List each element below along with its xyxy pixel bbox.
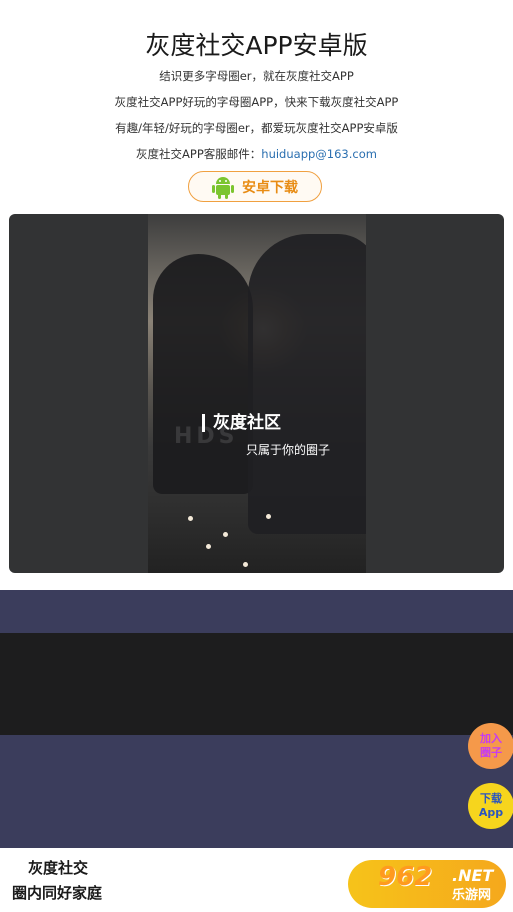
site-watermark-name: 乐游网 bbox=[452, 888, 492, 903]
email-label: 灰度社交APP客服邮件： bbox=[136, 147, 262, 161]
download-app-button[interactable]: 下载 App bbox=[468, 783, 513, 829]
intro-line-3: 有趣/年轻/好玩的字母圈er，都爱玩灰度社交APP安卓版 bbox=[115, 121, 398, 135]
bokeh-light bbox=[266, 514, 271, 519]
footer-app-name: 灰度社交 bbox=[28, 859, 89, 877]
join-label-2: 圈子 bbox=[480, 746, 502, 759]
site-watermark-net: .NET bbox=[452, 866, 494, 885]
bokeh-light bbox=[243, 562, 248, 567]
footer-slogan: 圈内同好家庭 bbox=[12, 884, 103, 902]
service-email-line: 灰度社交APP客服邮件：huiduapp@163.com bbox=[0, 146, 513, 162]
email-link[interactable]: huiduapp@163.com bbox=[261, 147, 377, 161]
bokeh-light bbox=[206, 544, 211, 549]
site-watermark-number: 962 bbox=[378, 862, 433, 892]
download-label-1: 下载 bbox=[479, 792, 502, 805]
join-label-1: 加入 bbox=[480, 732, 502, 745]
video-subtitle: 只属于你的圈子 bbox=[246, 443, 331, 457]
couple-photo bbox=[148, 214, 366, 573]
android-download-button[interactable]: 安卓下载 bbox=[188, 171, 322, 202]
header: 灰度社交APP安卓版 结识更多字母圈er，就在灰度社交APP 灰度社交APP好玩… bbox=[0, 0, 513, 214]
android-icon bbox=[212, 176, 234, 199]
join-circle-button[interactable]: 加入 圈子 bbox=[468, 723, 513, 769]
bokeh-light bbox=[188, 516, 193, 521]
screenshot-band-top bbox=[0, 590, 513, 633]
bokeh-light bbox=[223, 532, 228, 537]
woman-silhouette bbox=[153, 254, 253, 494]
download-label-2: App bbox=[478, 806, 504, 819]
man-silhouette bbox=[248, 234, 366, 534]
video-title: 灰度社区 bbox=[202, 414, 281, 432]
promo-video[interactable]: HDS 灰度社区 只属于你的圈子 bbox=[9, 214, 504, 573]
intro-line-1: 结识更多字母圈er，就在灰度社交APP bbox=[159, 69, 354, 83]
page-title: 灰度社交APP安卓版 bbox=[145, 31, 368, 60]
download-button-label: 安卓下载 bbox=[242, 179, 298, 196]
footer-bar: 灰度社交 圈内同好家庭 bbox=[0, 848, 513, 912]
screenshot-band-bottom bbox=[0, 735, 513, 848]
screenshot-band-middle bbox=[0, 633, 513, 735]
intro-line-2: 灰度社交APP好玩的字母圈APP，快来下载灰度社交APP bbox=[114, 95, 399, 109]
